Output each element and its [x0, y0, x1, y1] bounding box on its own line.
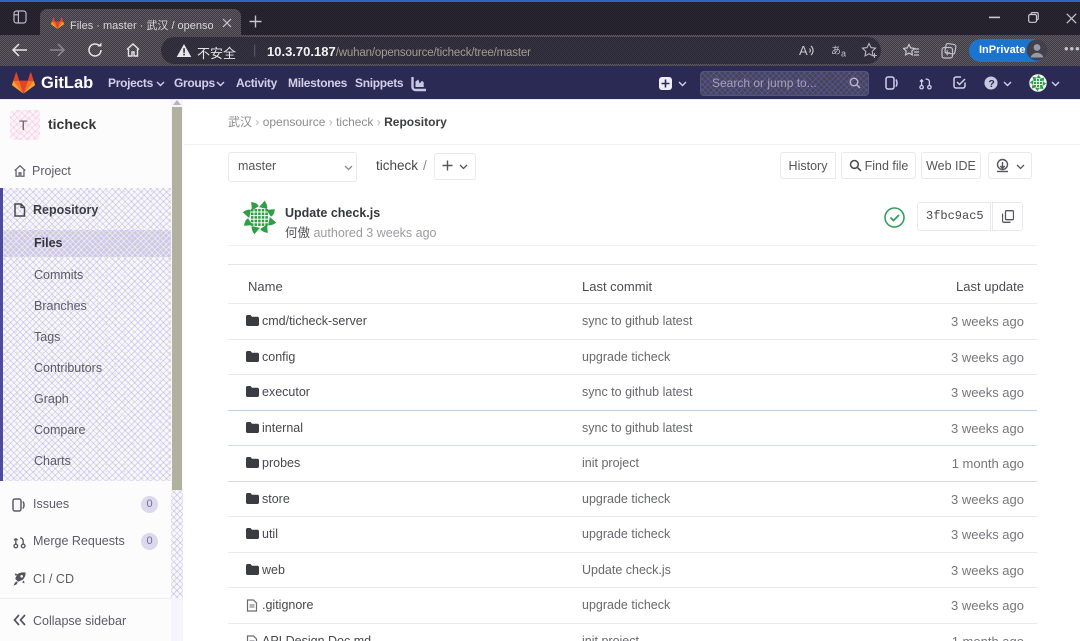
- svg-text:?: ?: [988, 78, 994, 90]
- svg-text:a: a: [841, 49, 846, 59]
- svg-text:A: A: [799, 43, 808, 58]
- svg-text:あ: あ: [831, 45, 841, 57]
